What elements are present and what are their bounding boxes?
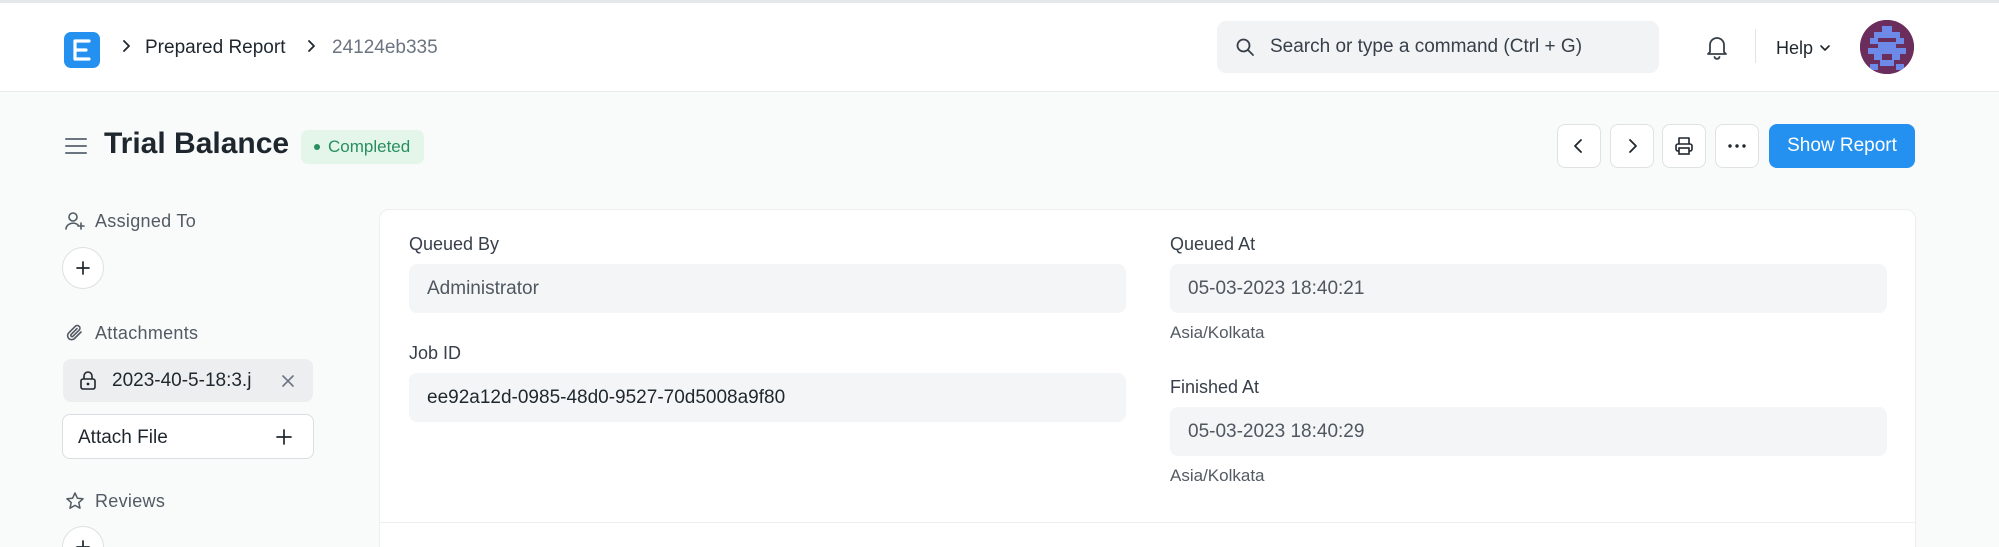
queued-by-field[interactable]: Administrator <box>409 264 1126 313</box>
attachment-item[interactable]: 2023-40-5-18:3.j <box>63 359 313 402</box>
chevron-right-icon <box>308 40 315 52</box>
navbar-divider <box>1755 29 1756 63</box>
help-label: Help <box>1776 38 1814 58</box>
help-dropdown[interactable]: Help <box>1776 37 1831 59</box>
avatar-image <box>1860 20 1914 74</box>
star-icon <box>66 492 84 509</box>
breadcrumb-prepared-report[interactable]: Prepared Report <box>145 37 285 59</box>
search-input[interactable]: Search or type a command (Ctrl + G) <box>1217 21 1659 73</box>
user-plus-icon <box>65 212 85 230</box>
page-title: Trial Balance <box>104 127 290 160</box>
paperclip-icon <box>66 324 82 341</box>
search-placeholder: Search or type a command (Ctrl + G) <box>1270 36 1583 57</box>
finished-at-field[interactable]: 05-03-2023 18:40:29 <box>1170 407 1887 456</box>
add-assignee-button[interactable] <box>62 247 104 289</box>
reviews-section: Reviews <box>65 490 165 512</box>
attachments-section: Attachments <box>65 322 198 344</box>
chevron-right-icon <box>123 40 130 52</box>
previous-button[interactable] <box>1557 124 1601 168</box>
printer-icon <box>1675 137 1693 155</box>
job-id-field[interactable]: ee92a12d-0985-48d0-9527-70d5008a9f80 <box>409 373 1126 422</box>
assigned-to-section: Assigned To <box>65 210 196 232</box>
attach-file-button[interactable]: Attach File <box>62 414 314 459</box>
status-badge: Completed <box>301 130 425 164</box>
form-card: Queued By Administrator Job ID ee92a12d-… <box>379 209 1916 547</box>
attachment-name[interactable]: 2023-40-5-18:3.j <box>112 370 251 392</box>
print-button[interactable] <box>1662 124 1706 168</box>
search-icon <box>1236 38 1254 56</box>
section-divider <box>380 522 1915 523</box>
attachments-label: Attachments <box>95 323 199 343</box>
add-review-button[interactable] <box>62 526 104 547</box>
plus-icon <box>76 540 90 547</box>
chevron-right-icon <box>1629 139 1637 153</box>
queued-by-label: Queued By <box>409 234 500 254</box>
chevron-down-icon <box>1820 45 1830 51</box>
plus-icon <box>276 429 292 445</box>
chevron-left-icon <box>1574 139 1582 153</box>
attach-file-label: Attach File <box>78 427 168 448</box>
more-horizontal-icon <box>1728 144 1746 148</box>
queued-at-field[interactable]: 05-03-2023 18:40:21 <box>1170 264 1887 313</box>
show-report-button[interactable]: Show Report <box>1769 124 1915 168</box>
app-logo[interactable] <box>64 32 100 68</box>
plus-icon <box>76 261 90 275</box>
navbar: Prepared Report 24124eb335 Search or typ… <box>0 3 1999 92</box>
queued-at-timezone: Asia/Kolkata <box>1170 323 1265 342</box>
breadcrumb-document-id[interactable]: 24124eb335 <box>332 37 438 59</box>
bell-icon[interactable] <box>1704 33 1730 61</box>
user-avatar[interactable] <box>1860 20 1914 74</box>
reviews-label: Reviews <box>95 491 166 511</box>
logo-e-icon <box>73 39 91 61</box>
lock-icon <box>80 371 96 390</box>
finished-at-timezone: Asia/Kolkata <box>1170 466 1265 485</box>
more-actions-button[interactable] <box>1715 124 1759 168</box>
job-id-label: Job ID <box>409 343 462 363</box>
queued-at-label: Queued At <box>1170 234 1256 254</box>
sidebar-toggle-icon[interactable] <box>64 135 88 157</box>
remove-attachment-icon[interactable] <box>280 373 296 389</box>
status-text: Completed <box>328 137 411 156</box>
next-button[interactable] <box>1610 124 1654 168</box>
status-dot <box>314 144 320 150</box>
finished-at-label: Finished At <box>1170 377 1260 397</box>
assigned-to-label: Assigned To <box>95 211 197 231</box>
